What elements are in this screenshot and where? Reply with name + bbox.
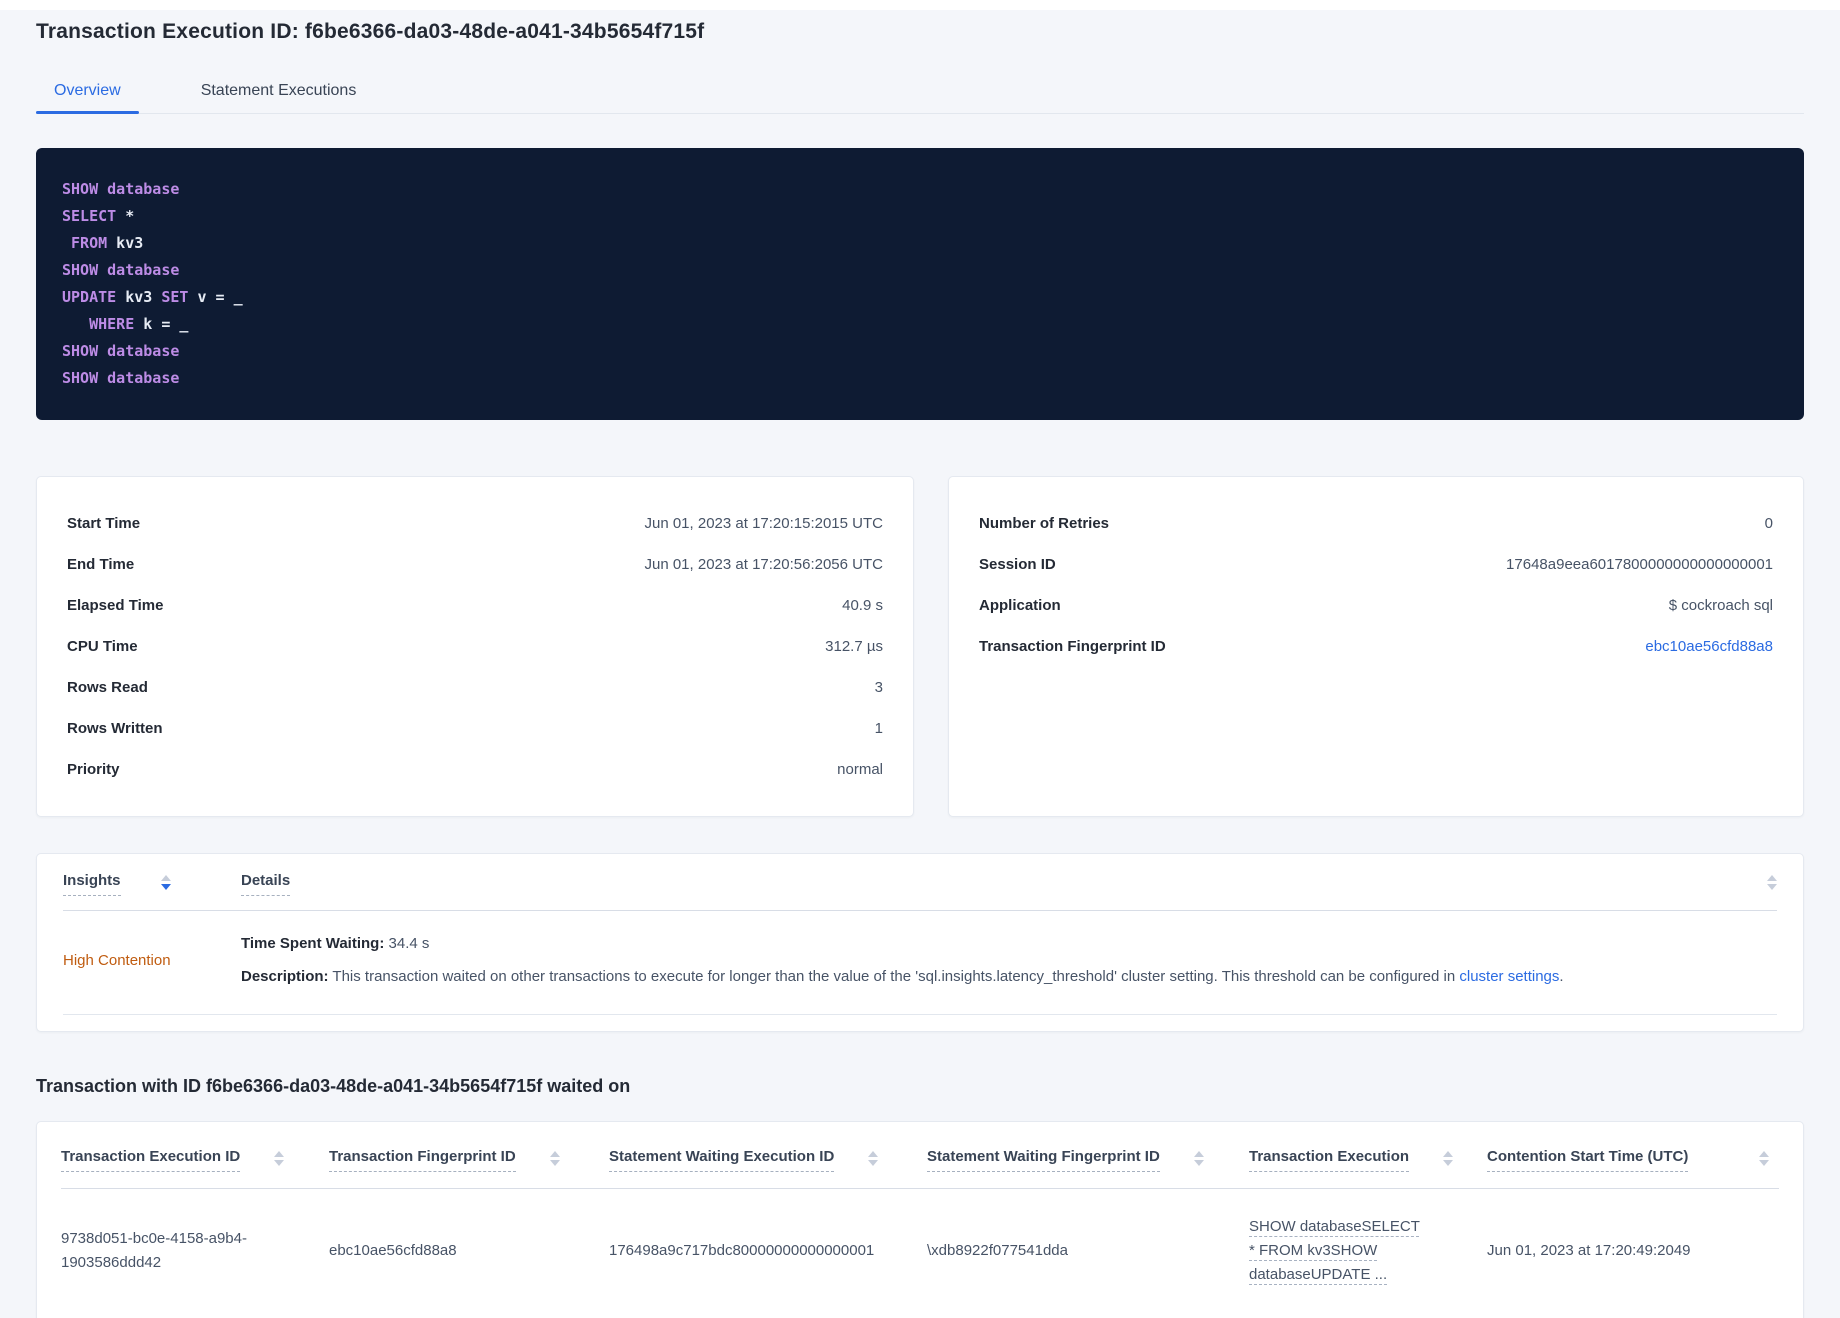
column-header-insights[interactable]: Insights — [63, 872, 121, 896]
tab-bar: Overview Statement Executions — [36, 72, 1804, 114]
cell-statement-waiting-fingerprint-id: \xdb8922f077541dda — [927, 1242, 1068, 1259]
summary-row: Start Time Jun 01, 2023 at 17:20:15:2015 … — [67, 503, 883, 544]
sql-line: SELECT * — [62, 207, 135, 225]
summary-row: Session ID 17648a9eea60178000000000000000… — [979, 544, 1773, 585]
summary-row: Priority normal — [67, 749, 883, 790]
cell-transaction-execution-id: 9738d051-bc0e-4158-a9b4-1903586ddd42 — [61, 1227, 329, 1275]
transaction-execution-link[interactable]: SHOW databaseSELECT * FROM kv3SHOW datab… — [1249, 1215, 1427, 1287]
summary-row: Application $ cockroach sql — [979, 585, 1773, 626]
sql-line: SHOW database — [62, 369, 180, 387]
summary-value: 1 — [874, 720, 883, 737]
summary-label: Start Time — [67, 515, 141, 532]
time-spent-waiting: Time Spent Waiting: 34.4 s — [241, 935, 1777, 953]
description-period: . — [1559, 968, 1564, 985]
description-text: This transaction waited on other transac… — [328, 968, 1460, 985]
time-spent-waiting-label: Time Spent Waiting: — [241, 935, 385, 952]
summary-label: Transaction Fingerprint ID — [979, 638, 1166, 655]
summary-label: End Time — [67, 556, 135, 573]
waited-on-table-header: Transaction Execution ID Transaction Fing… — [61, 1122, 1779, 1189]
summary-row: Rows Written 1 — [67, 708, 883, 749]
summary-value: Jun 01, 2023 at 17:20:56:2056 UTC — [644, 556, 883, 573]
summary-value: 17648a9eea6017800000000000000001 — [1506, 556, 1773, 573]
summary-row: Number of Retries 0 — [979, 503, 1773, 544]
description-label: Description: — [241, 968, 329, 985]
column-header-details[interactable]: Details — [241, 872, 291, 896]
sql-line: WHERE k = _ — [89, 315, 189, 333]
summary-label: Application — [979, 597, 1061, 614]
summary-row: CPU Time 312.7 µs — [67, 626, 883, 667]
sort-icon[interactable] — [1767, 875, 1777, 890]
cell-statement-waiting-execution-id: 176498a9c717bdc80000000000000001 — [609, 1242, 875, 1259]
summary-value: 3 — [874, 679, 883, 696]
sort-icon[interactable] — [1759, 1151, 1769, 1166]
sort-icon[interactable] — [549, 1151, 560, 1166]
summary-label: Elapsed Time — [67, 597, 164, 614]
column-header-transaction-execution-id[interactable]: Transaction Execution ID — [61, 1148, 241, 1172]
summary-value: Jun 01, 2023 at 17:20:15:2015 UTC — [644, 515, 883, 532]
tab-overview[interactable]: Overview — [36, 72, 139, 114]
summary-row: Elapsed Time 40.9 s — [67, 585, 883, 626]
summary-value: normal — [837, 761, 883, 778]
waited-on-table: Transaction Execution ID Transaction Fing… — [36, 1121, 1804, 1318]
transaction-execution-id-value: 9738d051-bc0e-4158-a9b4-1903586ddd42 — [61, 1230, 247, 1271]
summary-cards: Start Time Jun 01, 2023 at 17:20:15:2015 … — [36, 476, 1804, 817]
sql-line: SHOW database — [62, 342, 180, 360]
column-header-statement-waiting-execution-id[interactable]: Statement Waiting Execution ID — [609, 1148, 835, 1172]
insights-table-header: Insights Details — [63, 854, 1777, 911]
sql-statements-box: SHOW database SELECT * FROM kv3 SHOW datab… — [36, 148, 1804, 420]
summary-value: 40.9 s — [842, 597, 883, 614]
summary-label: Rows Read — [67, 679, 148, 696]
cluster-settings-link[interactable]: cluster settings — [1459, 968, 1559, 985]
cell-contention-start-time: Jun 01, 2023 at 17:20:49:2049 — [1487, 1242, 1691, 1259]
column-header-transaction-fingerprint-id[interactable]: Transaction Fingerprint ID — [329, 1148, 516, 1172]
transaction-fingerprint-link[interactable]: ebc10ae56cfd88a8 — [1645, 638, 1773, 655]
high-contention-badge: High Contention — [63, 952, 171, 969]
summary-label: Session ID — [979, 556, 1056, 573]
summary-label: Number of Retries — [979, 515, 1110, 532]
cell-transaction-fingerprint-id: ebc10ae56cfd88a8 — [329, 1242, 457, 1259]
sort-icon[interactable] — [1443, 1151, 1454, 1166]
summary-label: Priority — [67, 761, 120, 778]
summary-row: Rows Read 3 — [67, 667, 883, 708]
column-header-statement-waiting-fingerprint-id[interactable]: Statement Waiting Fingerprint ID — [927, 1148, 1160, 1172]
sql-line: SHOW database — [62, 261, 180, 279]
time-spent-waiting-value: 34.4 s — [384, 935, 430, 952]
page-title: Transaction Execution ID: f6be6366-da03-… — [36, 20, 705, 43]
sql-line: SHOW database — [62, 180, 180, 198]
summary-row: Transaction Fingerprint ID ebc10ae56cfd88… — [979, 626, 1773, 667]
summary-label: Rows Written — [67, 720, 163, 737]
transaction-times-card: Start Time Jun 01, 2023 at 17:20:15:2015 … — [36, 476, 914, 817]
summary-value: $ cockroach sql — [1668, 597, 1773, 614]
transaction-details-page: Transaction Execution ID: f6be6366-da03-… — [0, 0, 1840, 1318]
tab-statement-executions[interactable]: Statement Executions — [183, 72, 375, 113]
summary-value: 0 — [1764, 515, 1773, 532]
session-details-card: Number of Retries 0 Session ID 17648a9eea60… — [948, 476, 1804, 817]
column-header-transaction-execution[interactable]: Transaction Execution — [1249, 1148, 1410, 1172]
sort-icon[interactable] — [274, 1151, 285, 1166]
summary-row: End Time Jun 01, 2023 at 17:20:56:2056 UT… — [67, 544, 883, 585]
summary-label: CPU Time — [67, 638, 138, 655]
summary-value: 312.7 µs — [825, 638, 883, 655]
sql-line: UPDATE kv3 SET v = _ — [62, 288, 243, 306]
waited-on-table-row: 9738d051-bc0e-4158-a9b4-1903586ddd42 ebc… — [61, 1189, 1779, 1318]
insight-details-cell: Time Spent Waiting: 34.4 s Description: … — [241, 935, 1777, 986]
sql-line: FROM kv3 — [71, 234, 144, 252]
sort-descending-icon[interactable] — [160, 875, 171, 890]
insight-row: High Contention Time Spent Waiting: 34.4… — [63, 911, 1777, 1015]
waited-on-heading: Transaction with ID f6be6366-da03-48de-a… — [36, 1076, 631, 1096]
insights-table: Insights Details High Contention Time Sp… — [36, 853, 1804, 1032]
column-header-contention-start-time-utc[interactable]: Contention Start Time (UTC) — [1487, 1148, 1689, 1172]
sort-icon[interactable] — [1193, 1151, 1204, 1166]
insight-description: Description: This transaction waited on … — [241, 968, 1777, 986]
cell-transaction-execution: SHOW databaseSELECT * FROM kv3SHOW datab… — [1249, 1215, 1487, 1287]
sort-icon[interactable] — [868, 1151, 879, 1166]
